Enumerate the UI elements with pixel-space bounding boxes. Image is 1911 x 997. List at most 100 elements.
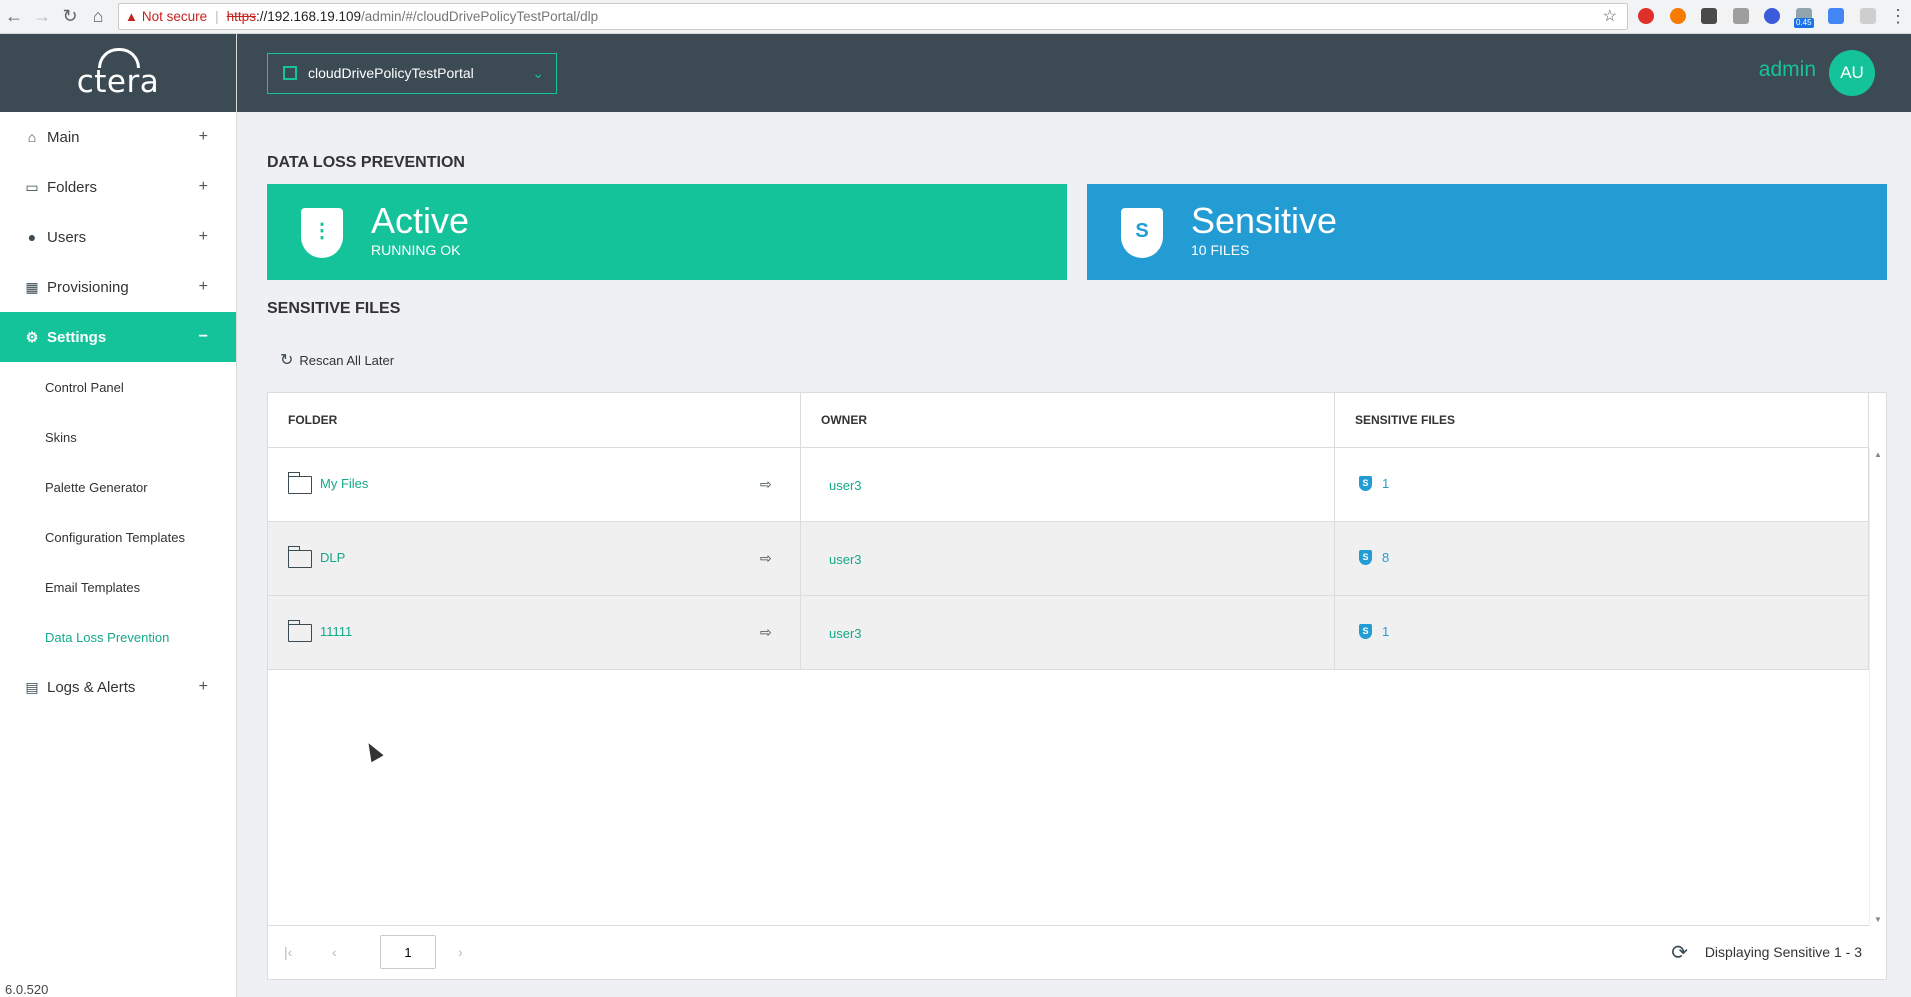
status-card: ⋮ Active RUNNING OK bbox=[267, 184, 1067, 280]
extension-badge: 0.45 bbox=[1794, 18, 1814, 28]
opera-extension-icon[interactable] bbox=[1638, 8, 1654, 24]
forward-icon[interactable]: → bbox=[30, 4, 54, 28]
sidebar-item-label: Main bbox=[47, 128, 80, 146]
page-title: DATA LOSS PREVENTION bbox=[267, 154, 465, 171]
portal-selector[interactable]: cloudDrivePolicyTestPortal ⌄ bbox=[267, 53, 557, 94]
table-header: FOLDER OWNER SENSITIVE FILES bbox=[268, 393, 1869, 448]
expand-plus-icon[interactable]: + bbox=[199, 278, 208, 296]
sensitive-value: Sensitive bbox=[1191, 200, 1338, 241]
scroll-up-icon[interactable]: ▲ bbox=[1874, 450, 1882, 459]
shield-extension-icon[interactable] bbox=[1764, 8, 1780, 24]
table-row[interactable]: My Files ⇨ user3 S1 bbox=[268, 448, 1869, 522]
sidebar-item-provisioning[interactable]: ▦ Provisioning + bbox=[0, 262, 236, 312]
sensitive-count-link[interactable]: 8 bbox=[1382, 550, 1389, 565]
prev-page-icon[interactable]: ‹ bbox=[332, 944, 337, 960]
pdf-extension-icon[interactable] bbox=[1860, 8, 1876, 24]
sensitive-count-link[interactable]: 1 bbox=[1382, 476, 1389, 491]
owner-link[interactable]: user3 bbox=[829, 626, 862, 641]
move-to-folder-icon[interactable]: ⇨ bbox=[760, 624, 780, 640]
status-value: Active bbox=[371, 200, 470, 241]
status-subtext: RUNNING OK bbox=[371, 242, 461, 258]
rescan-all-later-button[interactable]: ↻ Rescan All Later bbox=[280, 350, 394, 370]
sensitive-shield-icon: S bbox=[1359, 476, 1372, 491]
submenu-configuration-templates[interactable]: Configuration Templates bbox=[0, 512, 236, 562]
sensitive-card: S Sensitive 10 FILES bbox=[1087, 184, 1887, 280]
sidebar-item-main[interactable]: ⌂ Main + bbox=[0, 112, 236, 162]
bookmark-star-icon[interactable]: ☆ bbox=[1603, 4, 1617, 29]
sensitive-files-table: FOLDER OWNER SENSITIVE FILES My Files ⇨ … bbox=[267, 392, 1887, 926]
folders-icon: ▭ bbox=[25, 178, 39, 195]
table-row[interactable]: 11111 ⇨ user3 S1 bbox=[268, 596, 1869, 670]
table-row[interactable]: DLP ⇨ user3 S8 bbox=[268, 522, 1869, 596]
sensitive-shield-icon: S bbox=[1359, 550, 1372, 565]
clipboard-icon: ▤ bbox=[25, 678, 39, 695]
sensitive-files-title: SENSITIVE FILES bbox=[267, 300, 401, 317]
expand-plus-icon[interactable]: + bbox=[199, 228, 208, 246]
submenu-control-panel[interactable]: Control Panel bbox=[0, 362, 236, 412]
submenu-data-loss-prevention[interactable]: Data Loss Prevention bbox=[0, 612, 236, 662]
building-icon bbox=[283, 66, 297, 80]
user-name[interactable]: admin bbox=[1759, 58, 1816, 82]
sensitive-count-link[interactable]: 1 bbox=[1382, 624, 1389, 639]
sensitive-subtext: 10 FILES bbox=[1191, 242, 1250, 258]
expand-plus-icon[interactable]: + bbox=[199, 178, 208, 196]
translate-extension-icon[interactable] bbox=[1828, 8, 1844, 24]
users-icon: ● bbox=[27, 229, 37, 245]
avatar[interactable]: AU bbox=[1829, 50, 1875, 96]
sensitive-shield-icon: S bbox=[1121, 208, 1163, 258]
rescan-label: Rescan All Later bbox=[299, 352, 395, 368]
submenu-palette-generator[interactable]: Palette Generator bbox=[0, 462, 236, 512]
sidebar-item-users[interactable]: ● Users + bbox=[0, 212, 236, 262]
move-to-folder-icon[interactable]: ⇨ bbox=[760, 550, 780, 566]
owner-link[interactable]: user3 bbox=[829, 552, 862, 567]
home-icon[interactable]: ⌂ bbox=[86, 4, 110, 28]
next-page-icon[interactable]: › bbox=[458, 944, 463, 960]
sidebar-item-logs-alerts[interactable]: ▤ Logs & Alerts + bbox=[0, 662, 236, 712]
submenu-email-templates[interactable]: Email Templates bbox=[0, 562, 236, 612]
folder-link[interactable]: My Files bbox=[320, 476, 368, 491]
url-protocol: https bbox=[226, 9, 256, 24]
sidebar-item-label: Users bbox=[47, 228, 87, 246]
top-header: cloudDrivePolicyTestPortal ⌄ admin AU bbox=[237, 34, 1911, 112]
move-to-folder-icon[interactable]: ⇨ bbox=[760, 476, 780, 492]
owner-link[interactable]: user3 bbox=[829, 478, 862, 493]
folder-link[interactable]: 11111 bbox=[320, 624, 352, 639]
sidebar-item-folders[interactable]: ▭ Folders + bbox=[0, 162, 236, 212]
first-page-icon[interactable]: |‹ bbox=[284, 944, 292, 960]
expand-plus-icon[interactable]: + bbox=[199, 678, 208, 696]
column-header-folder[interactable]: FOLDER bbox=[268, 393, 801, 448]
reload-icon[interactable]: ↻ bbox=[58, 4, 82, 28]
main-content: DATA LOSS PREVENTION ⋮ Active RUNNING OK… bbox=[237, 112, 1911, 997]
chevron-down-icon: ⌄ bbox=[532, 65, 544, 81]
folder-icon bbox=[287, 620, 312, 642]
counter-extension-icon[interactable]: 0.45 bbox=[1794, 8, 1814, 28]
fire-extension-icon[interactable] bbox=[1670, 8, 1686, 24]
submenu-skins[interactable]: Skins bbox=[0, 412, 236, 462]
back-icon[interactable]: ← bbox=[2, 4, 26, 28]
portal-name: cloudDrivePolicyTestPortal bbox=[308, 65, 474, 81]
column-header-owner[interactable]: OWNER bbox=[801, 393, 1335, 448]
refresh-icon[interactable]: ⟳ bbox=[1671, 940, 1688, 965]
not-secure-label: Not secure bbox=[141, 9, 208, 24]
folder-icon bbox=[287, 546, 312, 568]
column-header-sensitive-files[interactable]: SENSITIVE FILES bbox=[1335, 393, 1869, 448]
ctera-logo[interactable]: ctera bbox=[0, 34, 236, 112]
page-number-input[interactable] bbox=[380, 935, 436, 969]
folder-link[interactable]: DLP bbox=[320, 550, 345, 565]
pagination-info: Displaying Sensitive 1 - 3 bbox=[1704, 944, 1862, 960]
traffic-light-shield-icon: ⋮ bbox=[301, 208, 343, 258]
version-label: 6.0.520 bbox=[5, 982, 49, 997]
sidebar-item-label: Logs & Alerts bbox=[47, 678, 136, 696]
table-scrollbar[interactable]: ▲ ▼ bbox=[1869, 448, 1886, 926]
address-bar[interactable]: ▲ Not secure | https://192.168.19.109/admin… bbox=[118, 3, 1628, 30]
expand-plus-icon[interactable]: + bbox=[199, 128, 208, 146]
s-extension-icon[interactable] bbox=[1733, 8, 1749, 24]
gear-icon: ⚙ bbox=[25, 328, 39, 345]
collapse-minus-icon[interactable]: − bbox=[199, 328, 208, 346]
scroll-down-icon[interactable]: ▼ bbox=[1874, 915, 1882, 924]
menu-dots-icon[interactable]: ⋮ bbox=[1886, 4, 1910, 28]
sidebar-item-settings[interactable]: ⚙ Settings − bbox=[0, 312, 236, 362]
url-host: ://192.168.19.109 bbox=[255, 9, 362, 24]
reader-extension-icon[interactable] bbox=[1701, 8, 1717, 24]
sidebar-item-label: Provisioning bbox=[47, 278, 129, 296]
